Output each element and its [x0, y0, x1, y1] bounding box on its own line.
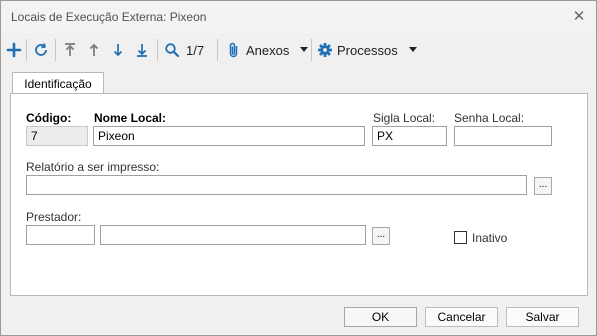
chevron-down-icon: [300, 47, 309, 53]
processes-label: Processos: [337, 42, 398, 58]
last-record-icon[interactable]: [133, 38, 151, 62]
codigo-label: Código:: [26, 111, 72, 125]
toolbar-separator: [157, 39, 158, 61]
relatorio-field[interactable]: [26, 175, 527, 195]
inativo-label: Inativo: [472, 231, 508, 245]
sigla-local-label: Sigla Local:: [373, 111, 436, 125]
senha-local-field[interactable]: [454, 126, 552, 146]
prestador-name-field[interactable]: [100, 225, 366, 245]
close-icon[interactable]: ✕: [569, 7, 589, 27]
nome-local-field[interactable]: Pixeon: [93, 126, 365, 146]
prestador-label: Prestador:: [26, 210, 82, 224]
prestador-code-field[interactable]: [26, 225, 95, 245]
processes-menu[interactable]: Processos: [317, 38, 417, 62]
previous-record-icon[interactable]: [85, 38, 103, 62]
toolbar-separator: [311, 39, 312, 61]
tab-identificacao[interactable]: Identificação: [12, 72, 104, 95]
dialog-window: Locais de Execução Externa: Pixeon ✕ 1/7: [0, 0, 597, 336]
search-icon[interactable]: [163, 38, 181, 62]
senha-local-label: Senha Local:: [454, 111, 525, 125]
record-counter: 1/7: [186, 42, 205, 58]
tab-panel: Código: 7 Nome Local: Pixeon Sigla Local…: [10, 93, 588, 296]
toolbar-separator: [26, 39, 27, 61]
window-title: Locais de Execução Externa: Pixeon: [11, 10, 207, 24]
codigo-field: 7: [26, 126, 88, 146]
gear-icon: [317, 42, 333, 58]
cancel-button[interactable]: Cancelar: [425, 307, 498, 327]
relatorio-label: Relatório a ser impresso:: [26, 160, 160, 174]
sigla-local-field[interactable]: PX: [372, 126, 447, 146]
attachments-label: Anexos: [246, 42, 290, 58]
paperclip-icon: [227, 41, 241, 59]
inativo-checkbox[interactable]: [454, 231, 467, 244]
toolbar-separator: [217, 39, 218, 61]
attachments-menu[interactable]: Anexos: [227, 38, 309, 62]
toolbar: 1/7 Anexos Processos: [1, 36, 596, 64]
prestador-browse-button[interactable]: ...: [372, 227, 390, 245]
plus-icon[interactable]: [5, 38, 23, 62]
toolbar-separator: [55, 39, 56, 61]
chevron-down-icon: [408, 47, 417, 53]
ok-button[interactable]: OK: [344, 307, 417, 327]
first-record-icon[interactable]: [61, 38, 79, 62]
title-bar: Locais de Execução Externa: Pixeon ✕: [1, 1, 596, 33]
refresh-icon[interactable]: [32, 38, 50, 62]
relatorio-browse-button[interactable]: ...: [534, 177, 552, 195]
nome-local-label: Nome Local:: [94, 111, 167, 125]
save-button[interactable]: Salvar: [506, 307, 579, 327]
next-record-icon[interactable]: [109, 38, 127, 62]
